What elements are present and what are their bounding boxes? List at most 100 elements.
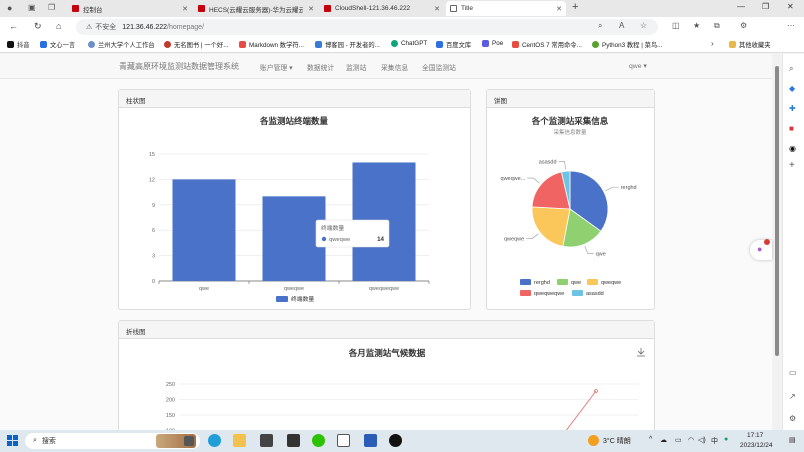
refresh-icon[interactable]: ↻ (34, 21, 42, 32)
zoom-search-icon[interactable]: ⌕ (598, 21, 602, 31)
back-icon[interactable]: ← (9, 21, 18, 31)
insecure-label[interactable]: 不安全 (95, 22, 116, 32)
chevron-right-icon[interactable]: › (711, 39, 714, 48)
bookmark-cnblogs[interactable]: 博客园 - 开发者的... (315, 40, 380, 49)
home-icon[interactable]: ⌂ (56, 21, 61, 31)
workspaces-icon[interactable]: ▣ (28, 3, 36, 12)
ime-indicator[interactable]: 中 (711, 436, 718, 446)
web-page: 青藏高原环境监测站数据管理系统 账户管理 ▾ 数据统计 监测站 采集信息 全国监… (0, 54, 772, 430)
minimize-icon[interactable]: — (737, 2, 745, 11)
floating-assistant-button[interactable]: ● (750, 239, 772, 260)
volume-icon[interactable]: ◁) (698, 436, 706, 444)
bookmark-wenxin[interactable]: 文心一言 (40, 40, 75, 49)
qq-icon[interactable] (389, 434, 402, 447)
weather-icon (588, 435, 599, 446)
bookmarks-bar: 抖音 文心一言 兰州大学个人工作台 无名图书 | 一个好... Markdown… (0, 37, 804, 53)
app-icon[interactable] (287, 434, 300, 447)
favorites-icon[interactable]: ★ (693, 21, 700, 30)
huawei-cloud-icon (324, 5, 331, 12)
close-tab-icon[interactable]: ✕ (434, 5, 440, 13)
bar-chart: 各监测站终端数量 03691215qwe qweqwe qweqweqwe终端数量终… (149, 116, 430, 303)
nav-statistics[interactable]: 数据统计 (307, 62, 334, 72)
poe-icon (482, 40, 489, 47)
menu-icon[interactable]: ⋯ (787, 21, 795, 30)
windows-start-icon[interactable] (7, 435, 18, 446)
nav-account[interactable]: 账户管理 ▾ (260, 62, 293, 72)
add-icon[interactable]: + (789, 160, 795, 171)
legend-swatch (520, 290, 531, 296)
new-tab-button[interactable]: + (572, 1, 578, 13)
pie-label-line (527, 177, 540, 184)
settings-icon[interactable]: ⚙ (789, 414, 796, 423)
bookmark-centos[interactable]: CentOS 7 常用命令... (512, 40, 582, 49)
shopping-icon[interactable]: ◆ (789, 84, 795, 93)
wechat-icon[interactable] (312, 434, 325, 447)
nav-national-stations[interactable]: 全国监测站 (422, 62, 456, 72)
task-view-icon[interactable] (184, 436, 194, 446)
search-icon[interactable]: ⌕ (789, 64, 793, 74)
external-link-icon[interactable]: ↗ (789, 392, 796, 401)
bookmark-baidu-wenku[interactable]: 百度文库 (436, 40, 471, 49)
maximize-icon[interactable]: ❐ (762, 2, 769, 11)
network-icon[interactable]: ◠ (688, 436, 694, 444)
bookmark-markdown[interactable]: Markdown 数学符... (239, 40, 304, 49)
favorite-star-icon[interactable]: ☆ (640, 21, 647, 30)
chatgpt-icon[interactable]: ◉ (789, 144, 796, 153)
y-tick-label: 200 (166, 398, 175, 404)
screenshot-icon[interactable]: ▭ (789, 368, 797, 377)
battery-icon[interactable]: ▭ (675, 436, 682, 444)
clock-date[interactable]: 2023/12/24 (740, 442, 773, 449)
x-tick-label: qwe (199, 286, 209, 292)
scrollbar-thumb[interactable] (775, 66, 779, 356)
bookmark-lzu[interactable]: 兰州大学个人工作台 (88, 40, 155, 49)
clock-time[interactable]: 17:17 (747, 432, 763, 439)
series-line (565, 390, 597, 430)
status-icon[interactable]: ● (724, 436, 728, 443)
collections-icon[interactable]: ⧉ (714, 21, 720, 31)
chart-title: 各个监测站采集信息 (531, 116, 609, 126)
notification-icon[interactable]: ▤ (789, 436, 796, 444)
bookmark-python[interactable]: Python3 教程 | 菜鸟... (592, 40, 662, 49)
split-screen-icon[interactable]: ◫ (672, 21, 680, 30)
file-explorer-icon[interactable] (233, 434, 246, 447)
bookmark-poe[interactable]: Poe (482, 40, 503, 47)
legend-label: 终端数量 (291, 295, 314, 303)
close-tab-icon[interactable]: ✕ (182, 5, 188, 13)
nav-user-menu[interactable]: qwe ▾ (629, 62, 647, 70)
url-bar[interactable]: ⚠ 不安全 121.36.46.222 /homepage/ (76, 19, 658, 35)
mail-icon[interactable] (260, 434, 273, 447)
huawei-cloud-icon (72, 5, 79, 12)
edge-taskbar-icon[interactable] (208, 434, 221, 447)
extensions-icon[interactable]: ⚙ (740, 21, 747, 30)
bookmark-chatgpt[interactable]: ChatGPT (391, 40, 427, 47)
cloud-icon[interactable]: ☁ (660, 436, 667, 444)
tools-icon[interactable]: ✚ (789, 104, 796, 113)
tab-title-page[interactable]: Title ✕ (446, 1, 566, 16)
taskbar-search[interactable]: ⌕ 搜索 (25, 433, 200, 449)
close-tab-icon[interactable]: ✕ (308, 5, 314, 13)
profile-icon[interactable]: ● (7, 3, 12, 13)
read-aloud-icon[interactable]: A (619, 21, 624, 30)
bookmark-wuming[interactable]: 无名图书 | 一个好... (164, 40, 228, 49)
tab-cloudshell[interactable]: CloudShell-121.36.46.222 ✕ (320, 1, 444, 16)
site-brand[interactable]: 青藏高原环境监测站数据管理系统 (119, 61, 239, 72)
tab-console[interactable]: 控制台 ✕ (68, 1, 192, 16)
download-icon[interactable] (637, 348, 645, 357)
map-pin-icon: ● (757, 244, 763, 254)
bookmark-folder-other[interactable]: 其他收藏夹 (729, 40, 770, 49)
douyin-icon (7, 41, 14, 48)
close-tab-icon[interactable]: ✕ (556, 5, 562, 13)
bookmark-douyin[interactable]: 抖音 (7, 40, 30, 49)
nav-stations[interactable]: 监测站 (346, 62, 366, 72)
nav-collection[interactable]: 采集信息 (381, 62, 408, 72)
tab-hecs[interactable]: HECS(云耀云服务器)-华为云耀云 ✕ (194, 1, 318, 16)
tray-chevron-icon[interactable]: ^ (649, 436, 652, 443)
weather-text[interactable]: 3°C 晴朗 (603, 436, 631, 446)
office-icon[interactable]: ■ (789, 124, 794, 133)
search-icon: ⌕ (33, 437, 37, 444)
close-window-icon[interactable]: ✕ (787, 2, 794, 11)
tab-actions-icon[interactable]: ❐ (48, 3, 55, 12)
word-icon[interactable] (364, 434, 377, 447)
typora-icon[interactable] (337, 434, 350, 447)
y-tick-label: 15 (149, 152, 155, 158)
